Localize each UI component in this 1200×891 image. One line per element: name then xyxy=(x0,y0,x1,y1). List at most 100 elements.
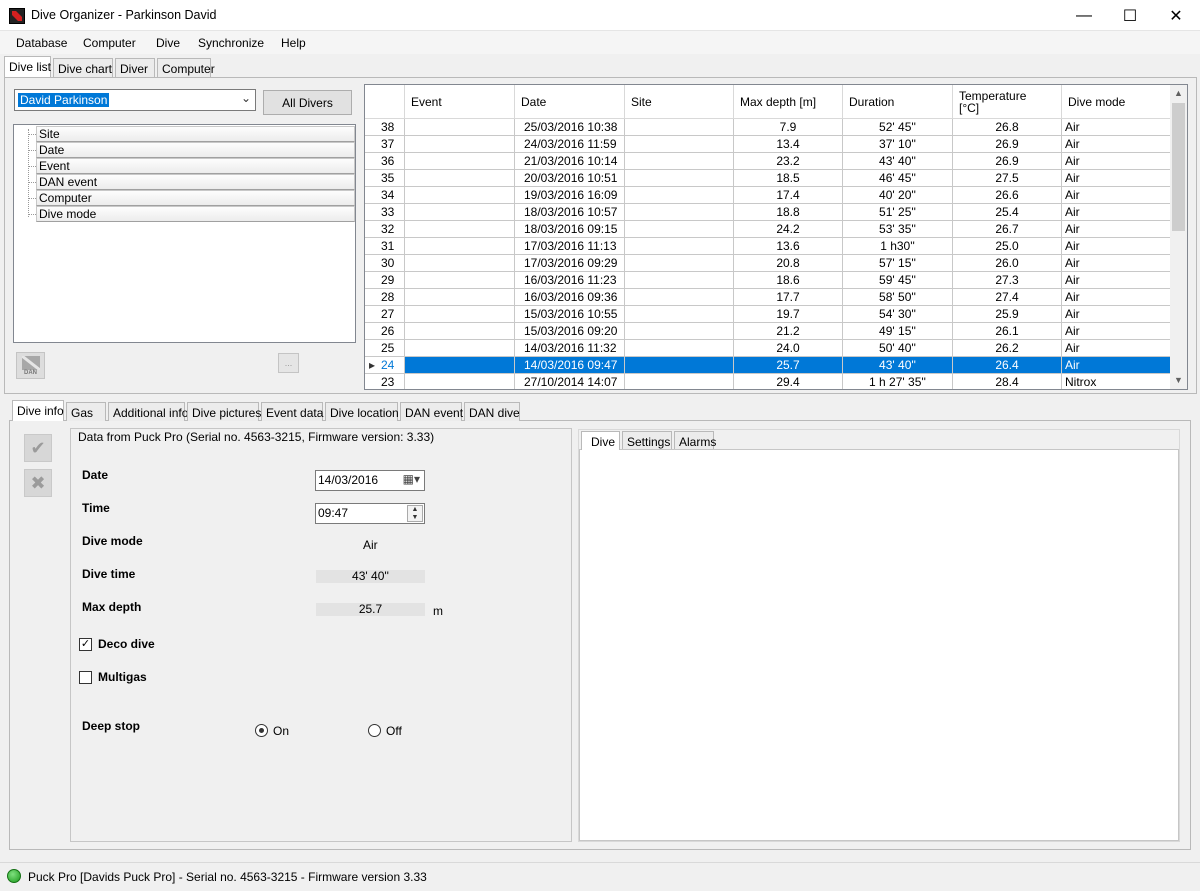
table-row[interactable]: 35 20/03/2016 10:51 18.5 46' 45'' 27.5 Air xyxy=(365,170,1172,187)
row-header: 28 xyxy=(365,289,405,306)
table-row[interactable]: 33 18/03/2016 10:57 18.8 51' 25'' 25.4 Air xyxy=(365,204,1172,221)
tab-dive-info[interactable]: Dive info xyxy=(12,400,64,421)
menu-database[interactable]: Database xyxy=(16,36,67,50)
tab-dive-chart[interactable]: Dive chart xyxy=(53,58,113,77)
tab-computer[interactable]: Computer xyxy=(157,58,215,77)
tree-item-site[interactable]: Site xyxy=(36,126,355,142)
diver-select[interactable]: David Parkinson ⌄ xyxy=(14,89,256,111)
tab-event-data[interactable]: Event data xyxy=(261,402,323,421)
cell-dive-mode: Air xyxy=(1062,340,1172,357)
table-row[interactable]: 25 14/03/2016 11:32 24.0 50' 40'' 26.2 Air xyxy=(365,340,1172,357)
tab-dive-list[interactable]: Dive list xyxy=(4,56,51,77)
menu-synchronize[interactable]: Synchronize xyxy=(198,36,264,50)
multigas-checkbox[interactable] xyxy=(79,671,92,684)
cell-max-depth: 13.6 xyxy=(734,238,843,255)
cell-dive-mode: Air xyxy=(1062,187,1172,204)
tab-gas[interactable]: Gas xyxy=(66,402,106,421)
maximize-icon[interactable]: ☐ xyxy=(1107,0,1153,31)
cell-date: 16/03/2016 11:23 xyxy=(515,272,625,289)
tree-connector xyxy=(28,214,36,215)
table-row[interactable]: 38 25/03/2016 10:38 7.9 52' 45'' 26.8 Air xyxy=(365,119,1172,136)
date-picker[interactable]: 14/03/2016 ▦▾ xyxy=(315,470,425,491)
dan-button[interactable]: DAN xyxy=(16,352,45,379)
scroll-down-icon[interactable]: ▼ xyxy=(1170,372,1187,389)
scroll-thumb[interactable] xyxy=(1172,103,1185,231)
col-header-temperature[interactable]: Temperature [°C] xyxy=(953,85,1062,119)
cell-event xyxy=(405,238,515,255)
deep-stop-on-label[interactable]: On xyxy=(273,724,289,738)
time-input[interactable]: 09:47 ▲ ▼ xyxy=(315,503,425,524)
cell-max-depth: 7.9 xyxy=(734,119,843,136)
tab-dive[interactable]: Dive xyxy=(581,431,620,450)
confirm-check-icon[interactable]: ✔ xyxy=(24,434,52,462)
cell-dive-mode: Air xyxy=(1062,357,1172,374)
col-header-date[interactable]: Date xyxy=(515,85,625,119)
tree-item-dive-mode[interactable]: Dive mode xyxy=(36,206,355,222)
ellipsis-button[interactable]: ... xyxy=(278,353,299,373)
all-divers-button[interactable]: All Divers xyxy=(263,90,352,115)
table-row[interactable]: 23 27/10/2014 14:07 29.4 1 h 27' 35'' 28.4 Ni… xyxy=(365,374,1172,389)
tab-dive-pictures[interactable]: Dive pictures xyxy=(187,402,261,421)
col-header-max-depth[interactable]: Max depth [m] xyxy=(734,85,843,119)
tree-item-computer[interactable]: Computer xyxy=(36,190,355,206)
tab-alarms[interactable]: Alarms xyxy=(674,431,716,449)
deco-dive-checkbox[interactable]: ✓ xyxy=(79,638,92,651)
cell-site xyxy=(625,340,734,357)
tree-item-event[interactable]: Event xyxy=(36,158,355,174)
table-row[interactable]: 32 18/03/2016 09:15 24.2 53' 35'' 26.7 Air xyxy=(365,221,1172,238)
row-header: 27 xyxy=(365,306,405,323)
tree-connector xyxy=(28,134,36,135)
table-row[interactable]: 36 21/03/2016 10:14 23.2 43' 40'' 26.9 Air xyxy=(365,153,1172,170)
cell-dive-mode: Air xyxy=(1062,153,1172,170)
menu-dive[interactable]: Dive xyxy=(156,36,180,50)
cell-temperature: 26.9 xyxy=(953,153,1062,170)
tab-dive-location[interactable]: Dive location xyxy=(325,402,399,421)
table-row[interactable]: 27 15/03/2016 10:55 19.7 54' 30'' 25.9 Air xyxy=(365,306,1172,323)
time-spinner-icon[interactable]: ▲ ▼ xyxy=(407,505,423,522)
minimize-icon[interactable]: — xyxy=(1061,0,1107,31)
table-row[interactable]: 37 24/03/2016 11:59 13.4 37' 10'' 26.9 Air xyxy=(365,136,1172,153)
table-row[interactable]: 28 16/03/2016 09:36 17.7 58' 50'' 27.4 Air xyxy=(365,289,1172,306)
tab-additional-info[interactable]: Additional info xyxy=(108,402,188,421)
cancel-x-icon[interactable]: ✖ xyxy=(24,469,52,497)
cell-duration: 1 h30'' xyxy=(843,238,953,255)
cell-event xyxy=(405,187,515,204)
table-row[interactable]: ▸ 24 14/03/2016 09:47 25.7 43' 40'' 26.4 Air xyxy=(365,357,1172,374)
time-input-value: 09:47 xyxy=(318,506,349,520)
cell-temperature: 26.4 xyxy=(953,357,1062,374)
col-header-dive-mode[interactable]: Dive mode xyxy=(1062,85,1172,119)
close-icon[interactable]: ✕ xyxy=(1153,0,1199,31)
col-header-event[interactable]: Event xyxy=(405,85,515,119)
tree-item-dan-event[interactable]: DAN event xyxy=(36,174,355,190)
deep-stop-off-radio[interactable] xyxy=(368,724,381,737)
cell-max-depth: 18.6 xyxy=(734,272,843,289)
cell-site xyxy=(625,187,734,204)
cell-temperature: 27.4 xyxy=(953,289,1062,306)
tab-dan-dive[interactable]: DAN dive xyxy=(464,402,520,421)
table-row[interactable]: 34 19/03/2016 16:09 17.4 40' 20'' 26.6 Air xyxy=(365,187,1172,204)
menu-help[interactable]: Help xyxy=(281,36,306,50)
cell-max-depth: 18.8 xyxy=(734,204,843,221)
status-text: Puck Pro [Davids Puck Pro] - Serial no. … xyxy=(28,870,427,884)
tab-dan-event[interactable]: DAN event xyxy=(400,402,463,421)
deco-dive-label[interactable]: Deco dive xyxy=(98,637,155,651)
calendar-icon[interactable]: ▦▾ xyxy=(403,472,420,486)
deep-stop-off-label[interactable]: Off xyxy=(386,724,402,738)
col-header-site[interactable]: Site xyxy=(625,85,734,119)
tab-diver[interactable]: Diver xyxy=(115,58,155,77)
menu-computer[interactable]: Computer xyxy=(83,36,136,50)
scroll-up-icon[interactable]: ▲ xyxy=(1170,85,1187,102)
multigas-label[interactable]: Multigas xyxy=(98,670,147,684)
col-header-duration[interactable]: Duration xyxy=(843,85,953,119)
deep-stop-on-radio[interactable] xyxy=(255,724,268,737)
tree-item-date[interactable]: Date xyxy=(36,142,355,158)
cell-duration: 54' 30'' xyxy=(843,306,953,323)
table-row[interactable]: 29 16/03/2016 11:23 18.6 59' 45'' 27.3 Air xyxy=(365,272,1172,289)
cell-date: 24/03/2016 11:59 xyxy=(515,136,625,153)
table-row[interactable]: 26 15/03/2016 09:20 21.2 49' 15'' 26.1 Air xyxy=(365,323,1172,340)
grid-vertical-scrollbar[interactable]: ▲ ▼ xyxy=(1170,85,1187,389)
cell-event xyxy=(405,306,515,323)
table-row[interactable]: 30 17/03/2016 09:29 20.8 57' 15'' 26.0 Air xyxy=(365,255,1172,272)
tab-settings[interactable]: Settings xyxy=(622,431,672,449)
table-row[interactable]: 31 17/03/2016 11:13 13.6 1 h30'' 25.0 Air xyxy=(365,238,1172,255)
